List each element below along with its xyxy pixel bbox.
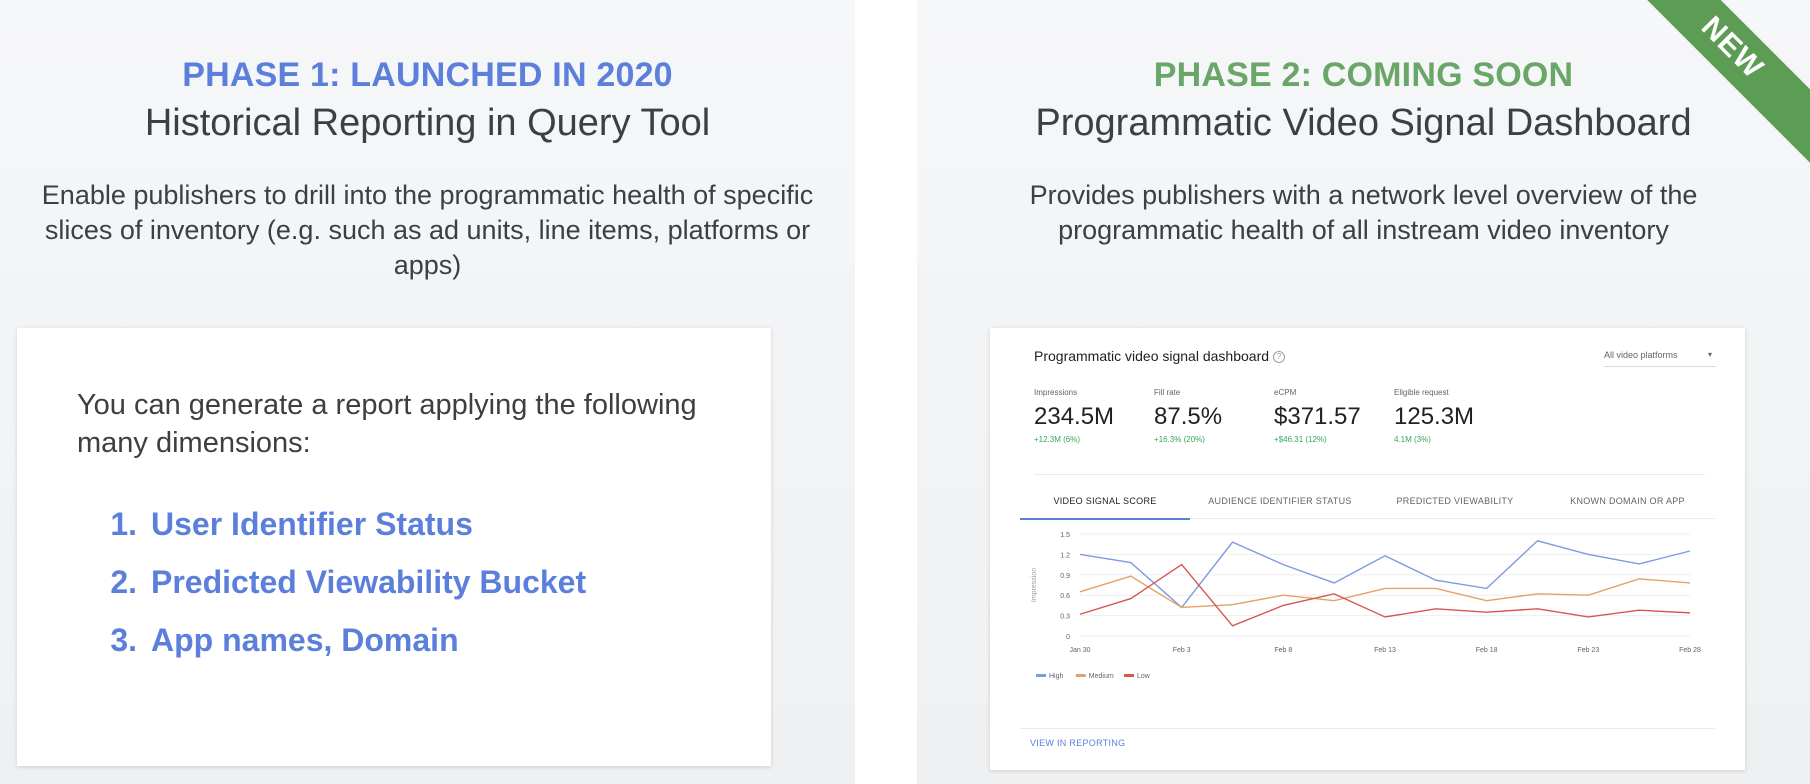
legend-label-high: High bbox=[1049, 673, 1064, 680]
phase-1-subtitle: Historical Reporting in Query Tool bbox=[144, 102, 711, 144]
kpi-label: eCPM bbox=[1274, 388, 1297, 397]
series-line-medium bbox=[1079, 575, 1691, 609]
list-item: 1. User Identifier Status bbox=[77, 506, 586, 564]
y-tick-label: 0.6 bbox=[1060, 593, 1070, 600]
kpi-value: 87.5% bbox=[1154, 403, 1223, 430]
legend-swatch-medium bbox=[1075, 674, 1086, 677]
platform-select[interactable]: All video platforms ▾ bbox=[1604, 344, 1716, 367]
divider bbox=[1034, 474, 1705, 475]
tab-video-signal-score[interactable]: VIDEO SIGNAL SCORE bbox=[1020, 484, 1190, 520]
list-item: 3. App names, Domain bbox=[77, 622, 586, 680]
y-tick-label: 0.3 bbox=[1060, 614, 1070, 621]
help-icon[interactable]: ? bbox=[1273, 351, 1286, 364]
platform-select-value: All video platforms bbox=[1604, 350, 1678, 360]
tab-audience-identifier-status[interactable]: AUDIENCE IDENTIFIER STATUS bbox=[1190, 484, 1370, 518]
dashboard-title: Programmatic video signal dashboard? bbox=[1034, 348, 1286, 364]
kpi-delta: 4.1M (3%) bbox=[1394, 435, 1431, 444]
dimensions-list: 1. User Identifier Status 2. Predicted Vie… bbox=[77, 506, 586, 680]
tab-predicted-viewability[interactable]: PREDICTED VIEWABILITY bbox=[1370, 484, 1540, 518]
left-panel: PHASE 1: LAUNCHED IN 2020 Historical Rep… bbox=[0, 0, 855, 784]
dimensions-intro: You can generate a report applying the f… bbox=[77, 389, 697, 459]
series-line-high bbox=[1079, 540, 1691, 609]
list-item-label: Predicted Viewability Bucket bbox=[151, 564, 587, 600]
x-tick-label: Feb 18 bbox=[1476, 647, 1498, 654]
kpi-label: Impressions bbox=[1034, 388, 1078, 397]
list-item-label: User Identifier Status bbox=[151, 506, 473, 542]
list-item-label: App names, Domain bbox=[151, 622, 459, 658]
y-tick-label: 0.9 bbox=[1060, 573, 1070, 580]
phase-2-subtitle: Programmatic Video Signal Dashboard bbox=[1035, 102, 1692, 144]
kpi-value: $371.57 bbox=[1274, 403, 1361, 430]
kpi-impressions: Impressions 234.5M +12.3M (6%) bbox=[1034, 388, 1114, 444]
legend-swatch-low bbox=[1124, 674, 1134, 677]
signal-score-chart: 0 0.3 0.6 0.9 1.2 1.5 Impression Jan 30 Feb 3 Feb… bbox=[1031, 532, 1701, 680]
kpi-label: Fill rate bbox=[1154, 388, 1181, 397]
list-item-number: 3. bbox=[110, 622, 137, 658]
dashboard-title-text: Programmatic video signal dashboard bbox=[1034, 348, 1270, 364]
kpi-delta: +$46.31 (12%) bbox=[1274, 435, 1327, 444]
dashboard-tabs: VIDEO SIGNAL SCORE AUDIENCE IDENTIFIER S… bbox=[1020, 484, 1715, 520]
legend-label-medium: Medium bbox=[1089, 673, 1114, 680]
right-panel: NEW PHASE 2: COMING SOON Programmatic Vi… bbox=[917, 0, 1810, 784]
kpi-value: 234.5M bbox=[1034, 403, 1115, 430]
kpi-delta: +16.3% (20%) bbox=[1154, 435, 1205, 444]
list-item: 2. Predicted Viewability Bucket bbox=[77, 564, 586, 622]
tab-known-domain-or-app[interactable]: KNOWN DOMAIN OR APP bbox=[1540, 484, 1715, 518]
phase-2-description: Provides publishers with a network level… bbox=[1029, 180, 1698, 245]
list-item-number: 1. bbox=[110, 506, 137, 542]
view-in-reporting-link[interactable]: VIEW IN REPORTING bbox=[1030, 738, 1125, 748]
legend-swatch-high bbox=[1036, 674, 1046, 677]
x-tick-label: Feb 8 bbox=[1274, 647, 1292, 654]
legend-label-low: Low bbox=[1137, 673, 1151, 680]
phase-1-title: PHASE 1: LAUNCHED IN 2020 bbox=[182, 56, 673, 94]
list-item-number: 2. bbox=[110, 564, 137, 600]
dimensions-card: You can generate a report applying the f… bbox=[17, 328, 771, 766]
divider bbox=[1020, 728, 1715, 729]
kpi-label: Eligible request bbox=[1394, 388, 1449, 397]
kpi-eligible-request: Eligible request 125.3M 4.1M (3%) bbox=[1394, 388, 1474, 444]
dashboard-card: Programmatic video signal dashboard? All… bbox=[990, 328, 1745, 770]
x-tick-label: Feb 23 bbox=[1577, 647, 1599, 654]
y-tick-label: 1.2 bbox=[1060, 552, 1070, 559]
y-tick-label: 0 bbox=[1066, 634, 1070, 641]
phase-2-title: PHASE 2: COMING SOON bbox=[1153, 56, 1574, 94]
kpi-fill-rate: Fill rate 87.5% +16.3% (20%) bbox=[1154, 388, 1222, 444]
x-tick-label: Feb 3 bbox=[1173, 647, 1191, 654]
kpi-ecpm: eCPM $371.57 +$46.31 (12%) bbox=[1274, 388, 1361, 444]
chevron-down-icon: ▾ bbox=[1707, 350, 1712, 359]
x-tick-label: Feb 13 bbox=[1374, 647, 1396, 654]
y-tick-label: 1.5 bbox=[1060, 532, 1070, 539]
phase-1-description: Enable publishers to drill into the prog… bbox=[41, 180, 814, 280]
kpi-delta: +12.3M (6%) bbox=[1034, 435, 1081, 444]
x-tick-label: Feb 28 bbox=[1679, 647, 1701, 654]
kpi-value: 125.3M bbox=[1394, 403, 1475, 430]
x-tick-label: Jan 30 bbox=[1069, 647, 1090, 654]
y-axis-label: Impression bbox=[1031, 568, 1038, 602]
